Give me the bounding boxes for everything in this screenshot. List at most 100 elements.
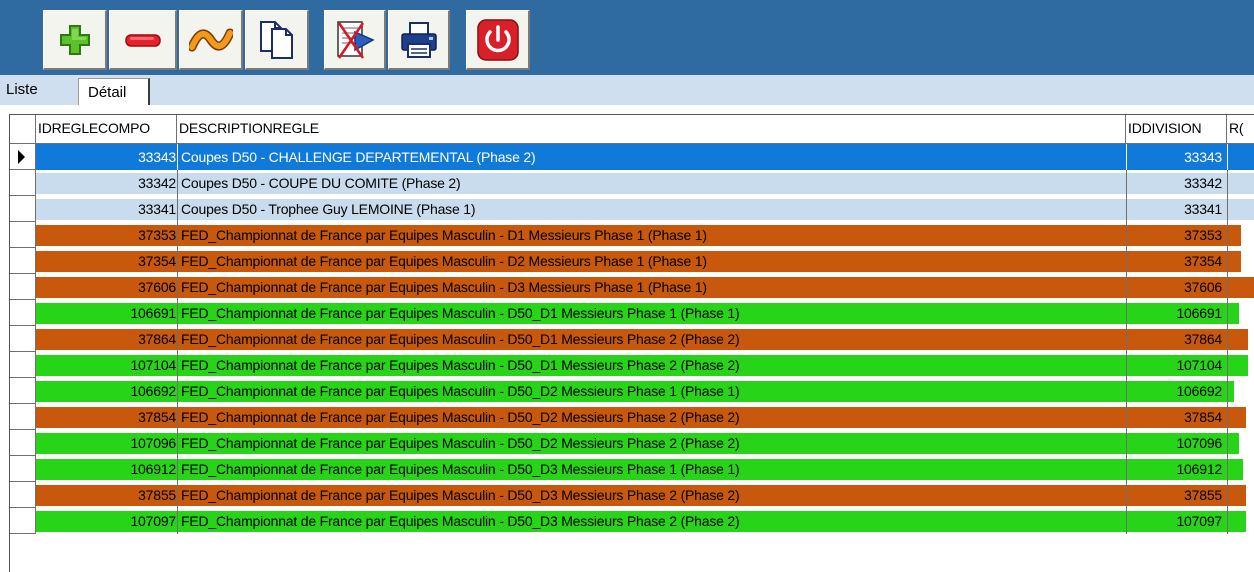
cell-iddivision[interactable]: 106692 xyxy=(1130,378,1222,404)
row-indicator[interactable] xyxy=(10,274,36,300)
cell-descriptionregle[interactable]: FED_Championnat de France par Equipes Ma… xyxy=(181,430,1126,456)
cell-descriptionregle[interactable]: FED_Championnat de France par Equipes Ma… xyxy=(181,404,1126,430)
minus-icon xyxy=(124,33,161,47)
row-indicator[interactable] xyxy=(10,378,36,404)
row-indicator[interactable] xyxy=(10,404,36,430)
cell-iddivision[interactable]: 107104 xyxy=(1130,352,1222,378)
column-divider xyxy=(1126,196,1127,222)
table-row[interactable]: 37854 FED_Championnat de France par Equip… xyxy=(10,404,1254,430)
data-grid[interactable]: IDREGLECOMPO DESCRIPTIONREGLE IDDIVISION… xyxy=(9,114,1254,572)
cell-iddivision[interactable]: 37353 xyxy=(1130,222,1222,248)
column-divider xyxy=(177,482,178,508)
cell-iddivision[interactable]: 33343 xyxy=(1130,144,1222,170)
row-indicator[interactable] xyxy=(10,456,36,482)
cell-idreglecompo[interactable]: 106912 xyxy=(37,456,176,482)
cell-iddivision[interactable]: 37606 xyxy=(1130,274,1222,300)
export-button[interactable] xyxy=(324,10,386,70)
table-row[interactable]: 37855 FED_Championnat de France par Equip… xyxy=(10,482,1254,508)
tab-liste[interactable]: Liste xyxy=(4,79,74,105)
column-divider xyxy=(1227,404,1228,430)
column-divider xyxy=(177,300,178,326)
cell-descriptionregle[interactable]: FED_Championnat de France par Equipes Ma… xyxy=(181,326,1126,352)
table-row[interactable]: 107096 FED_Championnat de France par Equi… xyxy=(10,430,1254,456)
cell-idreglecompo[interactable]: 107097 xyxy=(37,508,176,534)
table-row[interactable]: 37864 FED_Championnat de France par Equip… xyxy=(10,326,1254,352)
table-row[interactable]: 33342 Coupes D50 - COUPE DU COMITE (Phase… xyxy=(10,170,1254,196)
row-indicator[interactable] xyxy=(10,300,36,326)
cell-idreglecompo[interactable]: 33343 xyxy=(37,144,176,170)
copy-button[interactable] xyxy=(245,10,309,70)
column-divider xyxy=(1227,482,1228,508)
cell-idreglecompo[interactable]: 37864 xyxy=(37,326,176,352)
cell-idreglecompo[interactable]: 33341 xyxy=(37,196,176,222)
table-row[interactable]: 37354 FED_Championnat de France par Equip… xyxy=(10,248,1254,274)
cell-idreglecompo[interactable]: 107104 xyxy=(37,352,176,378)
current-row-arrow-icon xyxy=(18,150,25,164)
printer-icon xyxy=(400,21,437,58)
cell-idreglecompo[interactable]: 106691 xyxy=(37,300,176,326)
add-button[interactable] xyxy=(43,10,107,70)
cell-idreglecompo[interactable]: 33342 xyxy=(37,170,176,196)
edit-button[interactable] xyxy=(179,10,243,70)
row-indicator[interactable] xyxy=(10,222,36,248)
table-row[interactable]: 107104 FED_Championnat de France par Equi… xyxy=(10,352,1254,378)
table-row[interactable]: 37606 FED_Championnat de France par Equip… xyxy=(10,274,1254,300)
cell-descriptionregle[interactable]: FED_Championnat de France par Equipes Ma… xyxy=(181,508,1126,534)
cell-descriptionregle[interactable]: Coupes D50 - CHALLENGE DEPARTEMENTAL (Ph… xyxy=(181,144,1126,170)
cell-iddivision[interactable]: 33341 xyxy=(1130,196,1222,222)
cell-iddivision[interactable]: 37855 xyxy=(1130,482,1222,508)
cell-iddivision[interactable]: 33342 xyxy=(1130,170,1222,196)
print-button[interactable] xyxy=(388,10,450,70)
column-header-iddivision[interactable]: IDDIVISION xyxy=(1126,115,1227,144)
cell-descriptionregle[interactable]: Coupes D50 - Trophee Guy LEMOINE (Phase … xyxy=(181,196,1126,222)
cell-iddivision[interactable]: 37854 xyxy=(1130,404,1222,430)
cell-iddivision[interactable]: 37864 xyxy=(1130,326,1222,352)
row-indicator[interactable] xyxy=(10,170,36,196)
cell-idreglecompo[interactable]: 37353 xyxy=(37,222,176,248)
row-indicator[interactable] xyxy=(10,482,36,508)
row-indicator[interactable] xyxy=(10,144,36,170)
cell-iddivision[interactable]: 37354 xyxy=(1130,248,1222,274)
cell-idreglecompo[interactable]: 107096 xyxy=(37,430,176,456)
cell-descriptionregle[interactable]: Coupes D50 - COUPE DU COMITE (Phase 2) xyxy=(181,170,1126,196)
cell-descriptionregle[interactable]: FED_Championnat de France par Equipes Ma… xyxy=(181,482,1126,508)
row-indicator[interactable] xyxy=(10,430,36,456)
cell-descriptionregle[interactable]: FED_Championnat de France par Equipes Ma… xyxy=(181,456,1126,482)
row-indicator[interactable] xyxy=(10,326,36,352)
table-row[interactable]: 106692 FED_Championnat de France par Equi… xyxy=(10,378,1254,404)
column-divider xyxy=(177,456,178,482)
cell-descriptionregle[interactable]: FED_Championnat de France par Equipes Ma… xyxy=(181,300,1126,326)
row-indicator[interactable] xyxy=(10,196,36,222)
table-row[interactable]: 37353 FED_Championnat de France par Equip… xyxy=(10,222,1254,248)
column-divider xyxy=(177,170,178,196)
cell-descriptionregle[interactable]: FED_Championnat de France par Equipes Ma… xyxy=(181,248,1126,274)
cell-descriptionregle[interactable]: FED_Championnat de France par Equipes Ma… xyxy=(181,222,1126,248)
cell-idreglecompo[interactable]: 37854 xyxy=(37,404,176,430)
cell-iddivision[interactable]: 107096 xyxy=(1130,430,1222,456)
cell-descriptionregle[interactable]: FED_Championnat de France par Equipes Ma… xyxy=(181,378,1126,404)
table-row[interactable]: 33341 Coupes D50 - Trophee Guy LEMOINE (P… xyxy=(10,196,1254,222)
table-row[interactable]: 107097 FED_Championnat de France par Equi… xyxy=(10,508,1254,534)
cell-iddivision[interactable]: 107097 xyxy=(1130,508,1222,534)
row-indicator[interactable] xyxy=(10,248,36,274)
cell-idreglecompo[interactable]: 37354 xyxy=(37,248,176,274)
tab-detail[interactable]: Détail xyxy=(78,78,150,105)
cell-iddivision[interactable]: 106912 xyxy=(1130,456,1222,482)
cell-descriptionregle[interactable]: FED_Championnat de France par Equipes Ma… xyxy=(181,274,1126,300)
cell-idreglecompo[interactable]: 37606 xyxy=(37,274,176,300)
cell-idreglecompo[interactable]: 37855 xyxy=(37,482,176,508)
column-divider xyxy=(177,352,178,378)
cell-idreglecompo[interactable]: 106692 xyxy=(37,378,176,404)
row-indicator[interactable] xyxy=(10,352,36,378)
table-row[interactable]: 106691 FED_Championnat de France par Equi… xyxy=(10,300,1254,326)
cell-descriptionregle[interactable]: FED_Championnat de France par Equipes Ma… xyxy=(181,352,1126,378)
column-header-descriptionregle[interactable]: DESCRIPTIONREGLE xyxy=(177,115,1126,144)
row-indicator[interactable] xyxy=(10,508,36,534)
column-header-idreglecompo[interactable]: IDREGLECOMPO xyxy=(36,115,177,144)
quit-button[interactable] xyxy=(466,10,530,70)
remove-button[interactable] xyxy=(109,10,177,70)
cell-iddivision[interactable]: 106691 xyxy=(1130,300,1222,326)
table-row[interactable]: 33343 Coupes D50 - CHALLENGE DEPARTEMENTA… xyxy=(10,144,1254,170)
column-header-extra[interactable]: R( xyxy=(1227,115,1254,144)
table-row[interactable]: 106912 FED_Championnat de France par Equi… xyxy=(10,456,1254,482)
